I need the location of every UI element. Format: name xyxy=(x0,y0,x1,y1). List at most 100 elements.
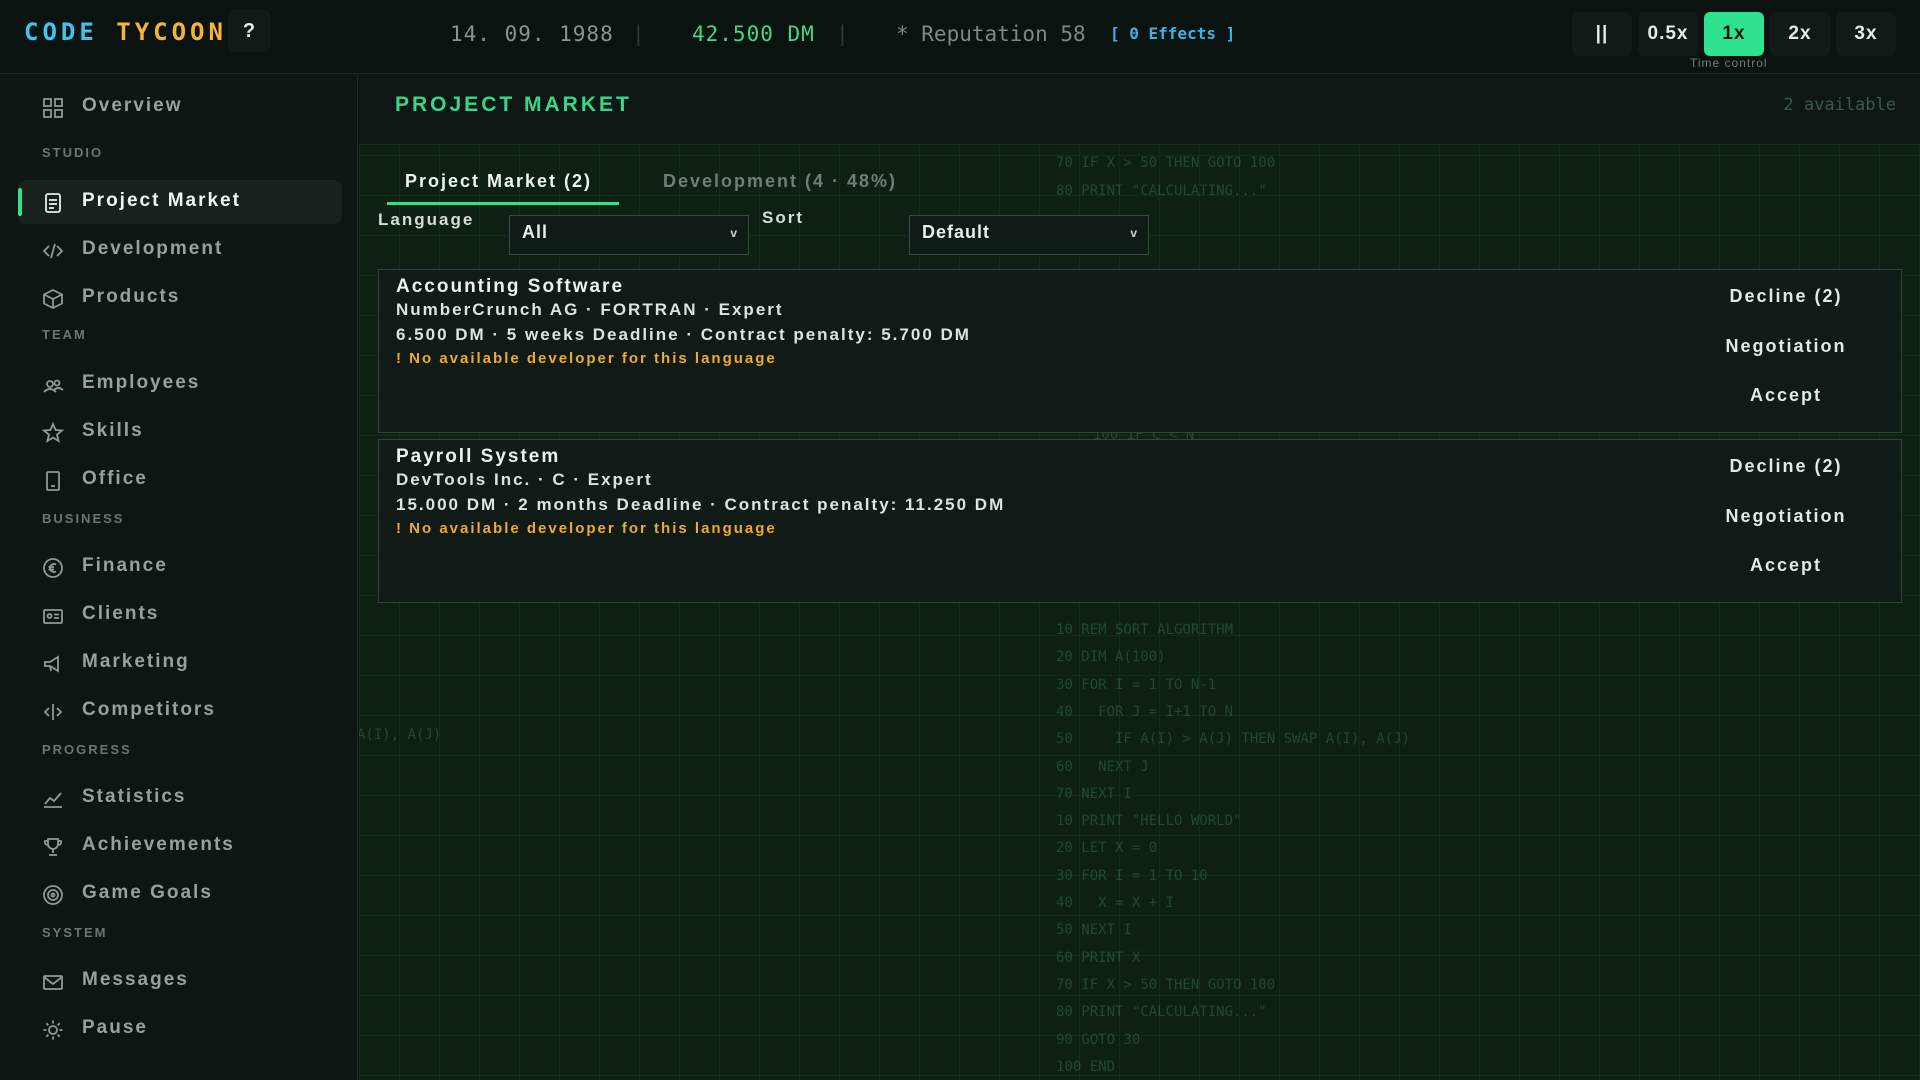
code-line: 80 PRINT "CALCULATING..." xyxy=(1056,183,1267,199)
money-display: 42.500 DM xyxy=(692,22,815,46)
target-icon xyxy=(43,885,63,905)
accept-button[interactable]: Accept xyxy=(1711,385,1861,406)
sidebar-item-label: Messages xyxy=(82,969,189,990)
sidebar-item-label: Skills xyxy=(82,420,144,441)
tab-development[interactable]: Development (4 · 48%) xyxy=(663,159,943,205)
reputation-display: * Reputation 58 xyxy=(896,22,1086,46)
sidebar-item-products[interactable]: Products xyxy=(18,276,342,320)
project-warning: ! No available developer for this langua… xyxy=(396,350,777,367)
speed-2x-button[interactable]: 2x xyxy=(1770,12,1830,56)
logo-tycoon: TYCOON xyxy=(116,18,227,46)
project-title: Payroll System xyxy=(396,446,561,467)
sidebar-item-competitors[interactable]: Competitors xyxy=(18,689,342,733)
sidebar-item-label: Clients xyxy=(82,603,160,624)
sidebar-item-overview[interactable]: Overview xyxy=(18,85,342,129)
sort-select-value: Default xyxy=(922,222,991,242)
project-terms-line: 15.000 DM · 2 months Deadline · Contract… xyxy=(396,495,1006,514)
section-progress: PROGRESS xyxy=(42,742,132,757)
code-line: 10 PRINT "HELLO WORLD" xyxy=(1056,813,1242,830)
project-client-line: NumberCrunch AG · FORTRAN · Expert xyxy=(396,300,784,319)
code-icon xyxy=(42,243,64,259)
sidebar-item-finance[interactable]: Finance xyxy=(18,545,342,589)
language-select[interactable]: All v xyxy=(509,215,749,255)
sidebar-item-skills[interactable]: Skills xyxy=(18,410,342,454)
sort-select[interactable]: Default v xyxy=(909,215,1149,255)
project-warning: ! No available developer for this langua… xyxy=(396,520,777,537)
help-button[interactable]: ? xyxy=(228,10,270,52)
speed-0-5x-button[interactable]: 0.5x xyxy=(1638,12,1698,56)
sidebar-item-office[interactable]: Office xyxy=(18,458,342,502)
sidebar-item-employees[interactable]: Employees xyxy=(18,362,342,406)
sidebar-item-label: Employees xyxy=(82,372,201,393)
top-bar: CODE TYCOON ? 14. 09. 1988 | 42.500 DM |… xyxy=(0,0,1920,74)
effects-button[interactable]: [ 0 Effects ] xyxy=(1110,24,1235,43)
sidebar-item-label: Overview xyxy=(82,95,183,116)
section-business: BUSINESS xyxy=(42,511,125,526)
project-card: Accounting Software NumberCrunch AG · FO… xyxy=(378,269,1902,433)
logo-code: CODE xyxy=(24,18,117,46)
decline-button[interactable]: Decline (2) xyxy=(1711,456,1861,477)
sidebar-item-project-market[interactable]: Project Market xyxy=(18,180,342,224)
sidebar-item-pause[interactable]: Pause xyxy=(18,1007,342,1051)
language-filter-label: Language xyxy=(378,210,475,229)
code-line: 70 IF X > 50 THEN GOTO 100 xyxy=(1056,976,1276,993)
euro-coin-icon xyxy=(43,558,63,578)
project-title: Accounting Software xyxy=(396,276,625,297)
code-line: 20 LET X = 0 xyxy=(1056,840,1158,857)
tab-project-market[interactable]: Project Market (2) xyxy=(387,159,619,205)
sidebar-item-statistics[interactable]: Statistics xyxy=(18,776,342,820)
pause-speed-button[interactable]: || xyxy=(1572,12,1632,56)
separator: | xyxy=(836,22,849,46)
accept-button[interactable]: Accept xyxy=(1711,555,1861,576)
game-logo: CODE TYCOON xyxy=(24,18,227,46)
code-line: 40 FOR J = I+1 TO N xyxy=(1056,703,1234,720)
sidebar-item-label: Office xyxy=(82,468,148,489)
chevron-down-icon: v xyxy=(730,226,738,240)
sidebar-item-label: Game Goals xyxy=(82,882,213,903)
envelope-icon xyxy=(43,975,63,990)
sidebar-item-label: Competitors xyxy=(82,699,216,720)
sidebar-item-label: Development xyxy=(82,238,224,259)
code-line: 80 PRINT "CALCULATING..." xyxy=(1056,1004,1267,1021)
sidebar-item-game-goals[interactable]: Game Goals xyxy=(18,872,342,916)
code-line: 100 END xyxy=(1056,1058,1116,1075)
decline-button[interactable]: Decline (2) xyxy=(1711,286,1861,307)
star-icon xyxy=(42,422,64,443)
speed-1x-button[interactable]: 1x xyxy=(1704,12,1764,56)
box-icon xyxy=(43,288,63,310)
code-line: 20 DIM A(100) xyxy=(1056,649,1166,666)
available-count: 2 available xyxy=(1783,95,1896,115)
sidebar-item-label: Project Market xyxy=(82,190,241,211)
sidebar-item-label: Products xyxy=(82,286,181,307)
sidebar-item-clients[interactable]: Clients xyxy=(18,593,342,637)
section-system: SYSTEM xyxy=(42,925,108,940)
id-card-icon xyxy=(43,609,63,624)
sidebar-item-label: Pause xyxy=(82,1017,148,1038)
sort-filter-label: Sort xyxy=(762,208,804,227)
document-icon xyxy=(45,193,61,213)
trophy-icon xyxy=(43,838,63,856)
sidebar-item-development[interactable]: Development xyxy=(18,228,342,272)
code-line: 60 PRINT X xyxy=(1056,949,1141,966)
gear-icon xyxy=(43,1020,63,1040)
speed-3x-button[interactable]: 3x xyxy=(1836,12,1896,56)
line-chart-icon xyxy=(44,792,62,808)
negotiation-button[interactable]: Negotiation xyxy=(1711,336,1861,357)
code-line: 50 NEXT I xyxy=(1056,922,1132,939)
code-line: 70 NEXT I xyxy=(1056,785,1132,802)
code-line: 60 NEXT J xyxy=(1056,758,1149,775)
sidebar-item-messages[interactable]: Messages xyxy=(18,959,342,1003)
code-line: 10 REM SORT ALGORITHM xyxy=(1056,622,1234,638)
negotiation-button[interactable]: Negotiation xyxy=(1711,506,1861,527)
sidebar-item-label: Statistics xyxy=(82,786,187,807)
code-line: 50 IF A(I) > A(J) THEN SWAP A(I), A(J) xyxy=(1056,731,1411,748)
page-header: PROJECT MARKET 2 available xyxy=(359,75,1920,145)
project-client-line: DevTools Inc. · C · Expert xyxy=(396,470,653,489)
sidebar-item-achievements[interactable]: Achievements xyxy=(18,824,342,868)
code-line: 40 X = X + I xyxy=(1056,895,1175,911)
sidebar-item-marketing[interactable]: Marketing xyxy=(18,641,342,685)
project-card: Payroll System DevTools Inc. · C · Exper… xyxy=(378,439,1902,603)
building-icon xyxy=(46,471,60,491)
code-line: 30 FOR I = 1 TO 10 xyxy=(1056,867,1208,884)
section-studio: STUDIO xyxy=(42,145,104,160)
